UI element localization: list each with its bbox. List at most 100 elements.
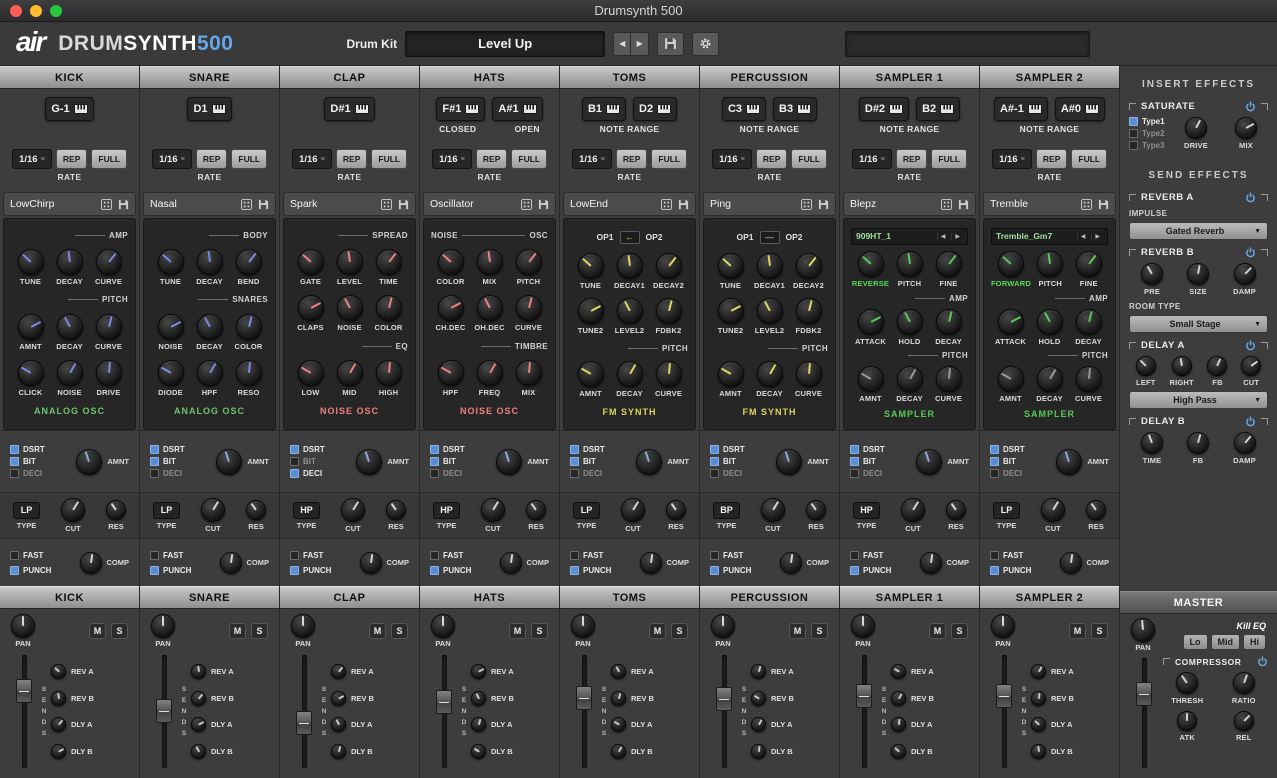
saturate-type1-option[interactable]: Type1 xyxy=(1129,117,1176,126)
amnt-knob[interactable] xyxy=(718,361,744,387)
decay-knob[interactable] xyxy=(757,361,783,387)
resonance-knob[interactable] xyxy=(106,500,126,520)
volume-fader[interactable] xyxy=(851,653,877,770)
fb-knob[interactable] xyxy=(1187,432,1209,454)
note-selector[interactable]: A#0 xyxy=(1055,97,1105,121)
fine-knob[interactable] xyxy=(1076,251,1102,277)
note-selector[interactable]: C3 xyxy=(722,97,766,121)
forward-knob[interactable] xyxy=(998,251,1024,277)
send-knob[interactable] xyxy=(1031,664,1046,679)
comp-knob[interactable] xyxy=(360,552,382,574)
damp-knob[interactable] xyxy=(1234,263,1256,285)
curve-knob[interactable] xyxy=(936,366,962,392)
mute-button[interactable]: M xyxy=(509,623,526,639)
mute-button[interactable]: M xyxy=(229,623,246,639)
send-knob[interactable] xyxy=(611,744,626,759)
rep-button[interactable]: REP xyxy=(616,149,647,169)
dist-option-dsrt[interactable]: DSRT xyxy=(570,445,632,454)
fader-handle[interactable] xyxy=(576,686,592,710)
fader-handle[interactable] xyxy=(16,679,32,703)
click-knob[interactable] xyxy=(18,360,44,386)
decay-knob[interactable] xyxy=(57,314,83,340)
send-knob[interactable] xyxy=(471,691,486,706)
dist-option-dsrt[interactable]: DSRT xyxy=(10,445,72,454)
cutoff-knob[interactable] xyxy=(201,498,225,522)
decay1-knob[interactable] xyxy=(617,253,643,279)
full-button[interactable]: FULL xyxy=(931,149,967,169)
resonance-knob[interactable] xyxy=(1086,500,1106,520)
mix-knob[interactable] xyxy=(1235,117,1257,139)
send-knob[interactable] xyxy=(331,664,346,679)
fast-toggle[interactable]: FAST xyxy=(710,551,774,560)
drive-knob[interactable] xyxy=(1185,117,1207,139)
color-knob[interactable] xyxy=(438,249,464,275)
save-preset-button[interactable] xyxy=(958,199,969,210)
next-sample-button[interactable]: ▶ xyxy=(951,233,963,240)
rate-select[interactable]: 1/16≡ xyxy=(852,149,892,169)
diode-knob[interactable] xyxy=(158,360,184,386)
rate-select[interactable]: 1/16≡ xyxy=(292,149,332,169)
bend-knob[interactable] xyxy=(236,249,262,275)
send-knob[interactable] xyxy=(331,717,346,732)
save-preset-button[interactable] xyxy=(118,199,129,210)
curve-knob[interactable] xyxy=(516,295,542,321)
rate-select[interactable]: 1/16≡ xyxy=(12,149,52,169)
cutoff-knob[interactable] xyxy=(761,498,785,522)
solo-button[interactable]: S xyxy=(951,623,968,639)
left-knob[interactable] xyxy=(1136,356,1156,376)
fader-handle[interactable] xyxy=(296,711,312,735)
attack-knob[interactable] xyxy=(858,309,884,335)
volume-fader[interactable] xyxy=(571,653,597,770)
fader-handle[interactable] xyxy=(856,684,872,708)
random-preset-button[interactable] xyxy=(801,199,812,210)
filter-type-button[interactable]: LP xyxy=(573,502,600,519)
full-button[interactable]: FULL xyxy=(1071,149,1107,169)
dist-amount-knob[interactable] xyxy=(216,449,242,475)
comp-knob[interactable] xyxy=(640,552,662,574)
pitch-knob[interactable] xyxy=(897,251,923,277)
decay-knob[interactable] xyxy=(57,249,83,275)
dist-option-deci[interactable]: DECI xyxy=(10,469,72,478)
punch-toggle[interactable]: PUNCH xyxy=(850,566,914,575)
decay2-knob[interactable] xyxy=(656,253,682,279)
solo-button[interactable]: S xyxy=(111,623,128,639)
comp-knob[interactable] xyxy=(500,552,522,574)
note-selector[interactable]: B3 xyxy=(773,97,817,121)
time-knob[interactable] xyxy=(1141,432,1163,454)
rep-button[interactable]: REP xyxy=(896,149,927,169)
settings-button[interactable] xyxy=(692,32,719,56)
full-button[interactable]: FULL xyxy=(651,149,687,169)
resonance-knob[interactable] xyxy=(246,500,266,520)
rate-select[interactable]: 1/16≡ xyxy=(152,149,192,169)
low-knob[interactable] xyxy=(298,360,324,386)
reverb-a-power-button[interactable] xyxy=(1245,192,1256,203)
next-sample-button[interactable]: ▶ xyxy=(1091,233,1103,240)
dist-option-bit[interactable]: BIT xyxy=(290,457,352,466)
dist-option-dsrt[interactable]: DSRT xyxy=(150,445,212,454)
synth-preset-name[interactable]: Tremble xyxy=(990,198,1075,210)
decay-knob[interactable] xyxy=(936,309,962,335)
note-selector[interactable]: D#2 xyxy=(859,97,909,121)
resonance-knob[interactable] xyxy=(806,500,826,520)
kit-preset-select[interactable]: Level Up xyxy=(405,31,605,57)
sample-selector[interactable]: 909HT_1◀▶ xyxy=(851,228,968,245)
send-knob[interactable] xyxy=(191,744,206,759)
comp-knob[interactable] xyxy=(220,552,242,574)
pitch-knob[interactable] xyxy=(516,249,542,275)
pitch-knob[interactable] xyxy=(1037,251,1063,277)
fast-toggle[interactable]: FAST xyxy=(430,551,494,560)
send-knob[interactable] xyxy=(51,744,66,759)
fast-toggle[interactable]: FAST xyxy=(150,551,214,560)
mute-button[interactable]: M xyxy=(369,623,386,639)
reverb-b-power-button[interactable] xyxy=(1245,247,1256,258)
note-selector[interactable]: A#1 xyxy=(492,97,542,121)
thresh-knob[interactable] xyxy=(1176,672,1198,694)
dist-option-dsrt[interactable]: DSRT xyxy=(430,445,492,454)
master-pan-knob[interactable] xyxy=(1131,618,1155,642)
curve-knob[interactable] xyxy=(96,249,122,275)
save-preset-button[interactable] xyxy=(398,199,409,210)
save-preset-button[interactable] xyxy=(818,199,829,210)
full-button[interactable]: FULL xyxy=(231,149,267,169)
color-knob[interactable] xyxy=(236,314,262,340)
mute-button[interactable]: M xyxy=(789,623,806,639)
